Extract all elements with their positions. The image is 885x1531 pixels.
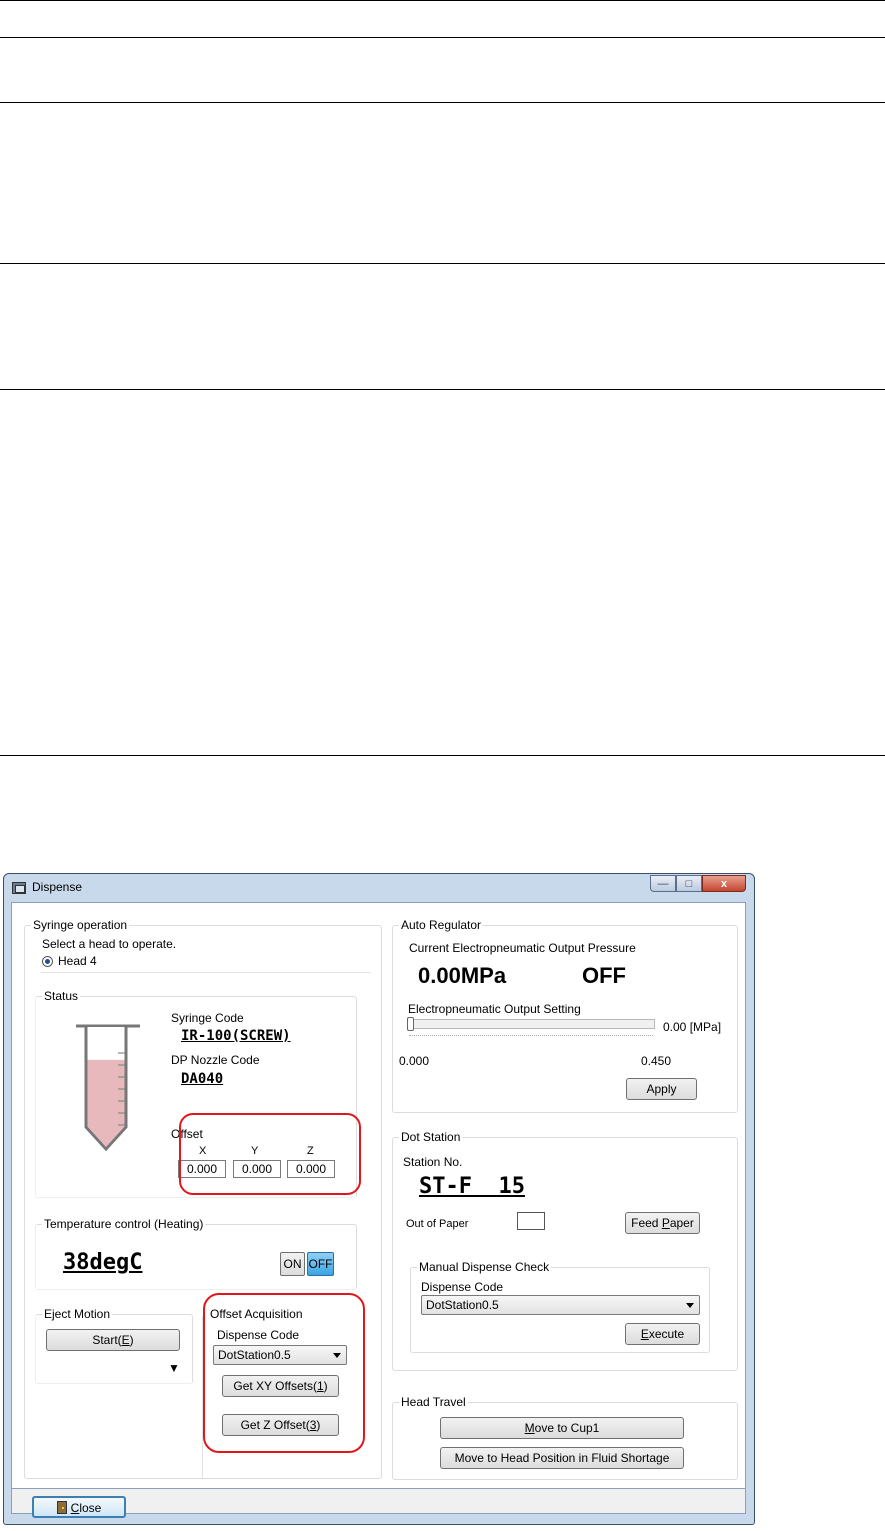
feed-paper-button[interactable]: Feed Paper <box>625 1212 700 1234</box>
window-close-button[interactable]: x <box>702 875 746 892</box>
dialog-client-area: Syringe operation Select a head to opera… <box>11 902 746 1518</box>
move-to-fluid-shortage-button[interactable]: Move to Head Position in Fluid Shortage <box>440 1447 684 1469</box>
syringe-code-label: Syringe Code <box>171 1011 244 1025</box>
maximize-button[interactable]: □ <box>676 875 702 892</box>
rule-line <box>0 37 885 38</box>
window-title: Dispense <box>32 880 83 894</box>
slider-max-label: 0.450 <box>641 1054 672 1068</box>
regulator-state: OFF <box>582 963 626 988</box>
dispense-window: Dispense — □ x Syringe operation Select … <box>3 873 755 1525</box>
minimize-button[interactable]: — <box>650 875 676 892</box>
manual-dispense-code-label: Dispense Code <box>421 1280 504 1294</box>
head-radio[interactable]: Head 4 <box>42 954 97 968</box>
dropdown-arrow-icon <box>686 1303 694 1308</box>
eject-motion-title: Eject Motion <box>42 1307 113 1321</box>
heating-off-button[interactable]: OFF <box>307 1252 334 1276</box>
app-icon <box>12 882 26 894</box>
slider-min-label: 0.000 <box>399 1054 430 1068</box>
slider-thumb[interactable] <box>407 1017 414 1031</box>
rule-line <box>0 102 885 103</box>
select-head-label: Select a head to operate. <box>42 937 177 951</box>
temperature-title: Temperature control (Heating) <box>42 1217 206 1231</box>
radio-selected-icon <box>42 955 53 967</box>
eject-start-button[interactable]: Start(E) <box>46 1329 180 1351</box>
output-setting-label: Electropneumatic Output Setting <box>408 1002 581 1016</box>
head-travel-group: Head Travel Move to Cup1 Move to Head Po… <box>392 1395 738 1480</box>
eject-motion-group: Eject Motion Start(E) ▼ <box>35 1307 193 1384</box>
manual-dispense-code-select[interactable]: DotStation0.5 <box>421 1295 700 1315</box>
expand-arrow-icon[interactable]: ▼ <box>168 1361 180 1375</box>
close-button[interactable]: Close <box>32 1496 126 1518</box>
heating-on-button[interactable]: ON <box>280 1252 305 1276</box>
station-no-label: Station No. <box>403 1155 463 1169</box>
auto-regulator-title: Auto Regulator <box>399 918 484 932</box>
move-to-cup1-button[interactable]: Move to Cup1 <box>440 1417 684 1439</box>
out-of-paper-indicator <box>517 1212 545 1230</box>
dot-station-group: Dot Station Station No. ST-F 15 Out of P… <box>392 1130 738 1371</box>
highlight-offset-acquisition <box>203 1293 365 1453</box>
head-divider <box>41 972 371 973</box>
rule-line <box>0 755 885 756</box>
manual-dispense-group: Manual Dispense Check Dispense Code DotS… <box>410 1260 710 1353</box>
syringe-operation-title: Syringe operation <box>31 918 130 932</box>
execute-button[interactable]: Execute <box>625 1323 700 1345</box>
output-setting-value: 0.00 [MPa] <box>663 1020 722 1034</box>
apply-button[interactable]: Apply <box>626 1078 697 1100</box>
auto-regulator-group: Auto Regulator Current Electropneumatic … <box>392 918 738 1113</box>
syringe-code-value: IR-100(SCREW) <box>181 1028 291 1044</box>
head-radio-label: Head 4 <box>58 954 97 968</box>
dot-station-title: Dot Station <box>399 1130 463 1144</box>
syringe-icon <box>76 1024 140 1152</box>
out-of-paper-label: Out of Paper <box>406 1218 469 1230</box>
pressure-value: 0.00MPa <box>418 963 507 988</box>
temperature-value: 38degC <box>63 1250 143 1275</box>
rule-line <box>0 0 885 1</box>
station-no-value: ST-F 15 <box>419 1174 525 1199</box>
manual-dispense-title: Manual Dispense Check <box>417 1260 552 1274</box>
rule-line <box>0 263 885 264</box>
door-icon <box>56 1501 67 1514</box>
highlight-offset-display <box>179 1113 361 1195</box>
window-controls: — □ x <box>650 875 746 892</box>
head-travel-title: Head Travel <box>399 1395 468 1409</box>
rule-line <box>0 389 885 390</box>
nozzle-code-value: DA040 <box>181 1071 224 1087</box>
temperature-group: Temperature control (Heating) 38degC ON … <box>35 1217 357 1290</box>
output-pressure-slider[interactable] <box>407 1016 655 1040</box>
status-title: Status <box>42 989 81 1003</box>
pressure-label: Current Electropneumatic Output Pressure <box>409 941 636 955</box>
nozzle-code-label: DP Nozzle Code <box>171 1053 260 1067</box>
